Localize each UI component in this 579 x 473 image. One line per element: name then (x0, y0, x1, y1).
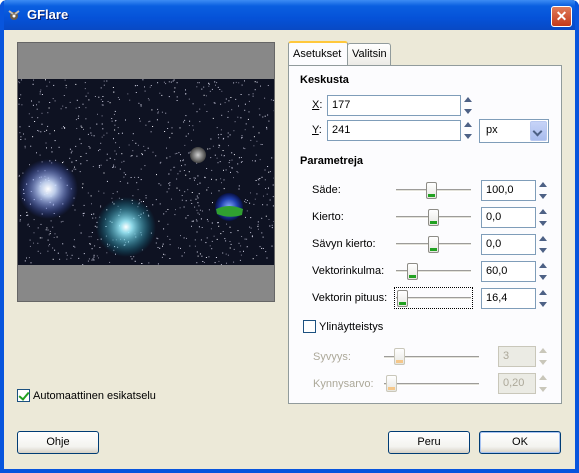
spin-down-icon[interactable] (538, 272, 548, 282)
gflare-dialog: GFlare ✕ Automaattinen esikatselu Asetuk… (0, 0, 579, 473)
param-value-input[interactable]: 100,0 (481, 180, 536, 201)
spin-up-icon[interactable] (538, 180, 548, 190)
slider-focus-outline (394, 287, 473, 309)
x-input[interactable]: 177 (327, 95, 461, 116)
starfield-preview (18, 79, 274, 265)
param-spinner[interactable] (538, 288, 548, 309)
auto-preview-label: Automaattinen esikatselu (33, 389, 156, 402)
spin-up-icon[interactable] (463, 120, 473, 130)
tab-selector[interactable]: Valitsin (347, 43, 391, 65)
tab-selector-label: Valitsin (352, 48, 387, 60)
checkbox-box[interactable] (303, 320, 316, 333)
param-value-input[interactable]: 0,0 (481, 207, 536, 228)
center-section-title: Keskusta (300, 74, 349, 86)
threshold-slider[interactable] (384, 383, 479, 386)
spin-up-icon[interactable] (463, 95, 473, 105)
help-button[interactable]: Ohje (17, 431, 99, 454)
oversampling-label: Ylinäytteistys (319, 320, 384, 333)
y-spinner[interactable] (463, 120, 473, 141)
spin-down-icon[interactable] (463, 106, 473, 116)
param-slider-thumb[interactable] (428, 236, 439, 253)
param-spinner[interactable] (538, 234, 548, 255)
param-slider-thumb[interactable] (426, 182, 438, 199)
param-value-input[interactable]: 16,4 (481, 288, 536, 309)
spin-up-icon[interactable] (538, 373, 548, 383)
settings-panel: Keskusta X: 177 Y: 241 px Parametreja Sä… (288, 65, 562, 404)
unit-select-value: px (486, 124, 498, 136)
spin-up-icon[interactable] (538, 346, 548, 356)
param-label: Vektorinkulma: (312, 265, 385, 277)
param-value-input[interactable]: 60,0 (481, 261, 536, 282)
param-label: Sävyn kierto: (312, 238, 376, 250)
window-title: GFlare (27, 7, 69, 22)
depth-slider-thumb[interactable] (394, 348, 406, 365)
param-slider-thumb[interactable] (428, 209, 439, 226)
param-spinner[interactable] (538, 207, 548, 228)
depth-label: Syvyys: (313, 351, 351, 363)
param-label: Säde: (312, 184, 341, 196)
checkbox-box[interactable] (17, 389, 30, 402)
param-label: Vektorin pituus: (312, 292, 388, 304)
tab-settings-label: Asetukset (293, 48, 342, 60)
param-spinner[interactable] (538, 261, 548, 282)
x-label: X: (312, 99, 323, 111)
spin-down-icon[interactable] (538, 191, 548, 201)
spin-down-icon[interactable] (538, 218, 548, 228)
ok-button-label: OK (512, 436, 528, 448)
cancel-button-label: Peru (417, 436, 441, 448)
title-bar: GFlare ✕ (0, 0, 579, 30)
cancel-button[interactable]: Peru (388, 431, 470, 454)
ok-button[interactable]: OK (479, 431, 561, 454)
oversampling-checkbox[interactable]: Ylinäytteistys (303, 320, 383, 333)
param-spinner[interactable] (538, 180, 548, 201)
spin-down-icon[interactable] (463, 131, 473, 141)
depth-input[interactable]: 3 (498, 346, 536, 367)
threshold-input[interactable]: 0,20 (498, 373, 536, 394)
auto-preview-checkbox[interactable]: Automaattinen esikatselu (17, 389, 156, 402)
param-label: Kierto: (312, 211, 344, 223)
param-slider-thumb[interactable] (406, 263, 418, 280)
tab-settings[interactable]: Asetukset (288, 41, 348, 65)
close-icon: ✕ (555, 8, 568, 24)
spin-up-icon[interactable] (538, 207, 548, 217)
threshold-label: Kynnysarvo: (313, 378, 374, 390)
depth-spinner[interactable] (538, 346, 548, 367)
threshold-spinner[interactable] (538, 373, 548, 394)
help-button-label: Ohje (46, 436, 70, 448)
threshold-slider-thumb[interactable] (385, 375, 397, 392)
x-spinner[interactable] (463, 95, 473, 116)
y-label: Y: (312, 124, 322, 136)
spin-down-icon[interactable] (538, 299, 548, 309)
spin-up-icon[interactable] (538, 261, 548, 271)
unit-select[interactable]: px (479, 119, 549, 143)
spin-down-icon[interactable] (538, 384, 548, 394)
spin-down-icon[interactable] (538, 357, 548, 367)
gimp-icon (8, 10, 20, 20)
chevron-down-icon[interactable] (530, 121, 547, 141)
spin-down-icon[interactable] (538, 245, 548, 255)
dialog-client-area: Automaattinen esikatselu Asetukset Valit… (4, 30, 575, 469)
param-value-input[interactable]: 0,0 (481, 234, 536, 255)
params-section-title: Parametreja (300, 155, 363, 167)
preview-area (17, 42, 275, 302)
close-button[interactable]: ✕ (551, 6, 572, 27)
spin-up-icon[interactable] (538, 288, 548, 298)
y-input[interactable]: 241 (327, 120, 461, 141)
spin-up-icon[interactable] (538, 234, 548, 244)
preview-image (18, 79, 274, 265)
